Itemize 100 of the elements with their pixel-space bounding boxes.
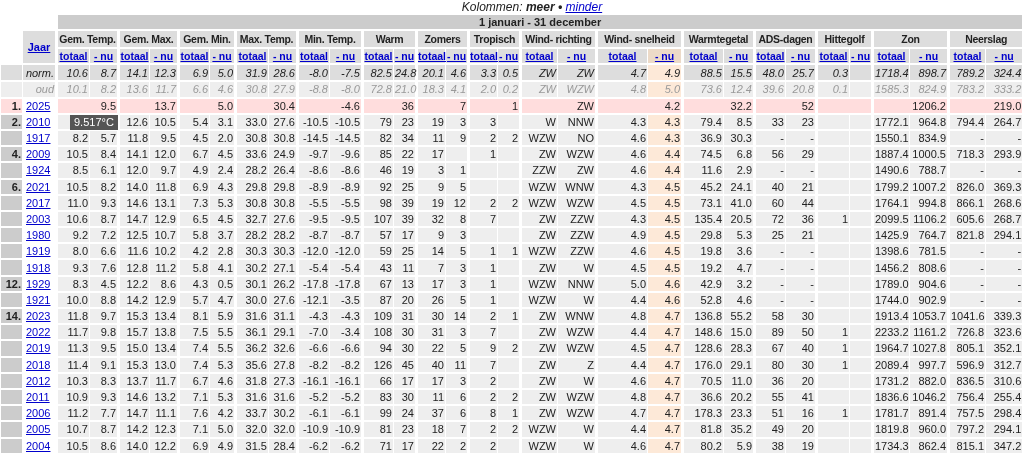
table-cell: 72.8 — [361, 82, 393, 99]
sort-link[interactable]: totaal — [756, 49, 785, 64]
year-link[interactable]: 1980 — [26, 229, 51, 242]
table-cell: 4.5 — [647, 228, 681, 245]
year-link[interactable]: 2004 — [26, 439, 51, 452]
table-cell: 1041.6 — [947, 309, 985, 326]
sort-link[interactable]: - nu — [558, 49, 595, 64]
year-link[interactable]: 1917 — [26, 132, 51, 145]
year-link[interactable]: 2005 — [26, 423, 51, 436]
table-cell: 3 — [445, 228, 467, 245]
table-cell: -8.0 — [296, 65, 329, 83]
table-cell: 57 — [361, 228, 393, 245]
sort-link[interactable]: - nu — [910, 49, 947, 64]
table-cell: 48.0 — [753, 65, 785, 83]
sort-link[interactable]: totaal — [364, 49, 393, 64]
table-cell: 1718.4 — [871, 65, 909, 83]
table-cell: 10.5 — [55, 147, 89, 164]
sort-link[interactable]: totaal — [470, 49, 497, 64]
table-cell: 18 — [415, 422, 445, 439]
sort-link[interactable]: totaal — [180, 49, 209, 64]
year-link[interactable]: 2012 — [26, 374, 51, 387]
table-cell: 33.6 — [234, 147, 268, 164]
sort-link[interactable]: - nu — [724, 49, 753, 64]
year-link[interactable]: 2017 — [26, 196, 51, 209]
table-cell: 764.7 — [909, 228, 947, 245]
table-cell: - — [947, 163, 985, 180]
sort-link[interactable]: - nu — [330, 49, 361, 64]
sort-link[interactable]: - nu — [269, 49, 296, 64]
table-cell: 12.4 — [723, 82, 753, 99]
table-cell: -12.0 — [329, 244, 361, 261]
table-cell: 59 — [361, 244, 393, 261]
table-cell: 5.9 — [209, 309, 234, 326]
sort-link[interactable]: - nu — [786, 49, 815, 64]
year-link[interactable]: 1924 — [26, 164, 51, 177]
sort-link[interactable]: totaal — [874, 49, 909, 64]
table-cell: 136.8 — [681, 309, 723, 326]
sort-link[interactable]: totaal — [598, 49, 647, 64]
sort-link[interactable]: totaal — [299, 49, 329, 64]
table-cell: -4.3 — [329, 309, 361, 326]
sort-link[interactable]: - nu — [446, 49, 467, 64]
table-cell: 4.7 — [723, 260, 753, 277]
sort-link[interactable]: - nu — [90, 49, 117, 64]
rank-cell: 14. — [0, 309, 22, 326]
year-link[interactable]: 2021 — [26, 180, 51, 193]
sort-link[interactable]: - nu — [986, 49, 1023, 64]
year-link[interactable]: 2006 — [26, 407, 51, 420]
table-cell: 891.4 — [909, 406, 947, 423]
year-link[interactable]: 2022 — [26, 326, 51, 339]
table-cell: 7.4 — [177, 341, 209, 358]
sort-link[interactable]: totaal — [818, 49, 849, 64]
sort-link[interactable]: totaal — [522, 49, 557, 64]
year-link[interactable]: 2019 — [26, 342, 51, 355]
table-cell: -6.1 — [329, 406, 361, 423]
year-link[interactable]: 2023 — [26, 310, 51, 323]
table-cell: 4.9 — [177, 163, 209, 180]
table-cell: 5.0 — [647, 82, 681, 99]
table-cell: -7.5 — [329, 65, 361, 83]
table-cell: -9.6 — [329, 147, 361, 164]
table-cell: 31.6 — [234, 309, 268, 326]
table-cell: 6.8 — [723, 147, 753, 164]
year-link[interactable]: 2003 — [26, 212, 51, 225]
sort-link[interactable]: totaal — [58, 49, 89, 64]
sort-link[interactable]: - nu — [850, 49, 871, 64]
sort-link[interactable]: totaal — [950, 49, 985, 64]
table-cell: 0.3 — [815, 65, 849, 83]
table-cell: - — [985, 163, 1023, 180]
year-link[interactable]: 2011 — [26, 391, 50, 404]
table-cell: 89 — [753, 325, 785, 342]
table-cell: 6.1 — [89, 163, 117, 180]
year-link[interactable]: 2018 — [26, 358, 51, 371]
year-link[interactable]: 2025 — [26, 99, 51, 112]
sort-link[interactable]: - nu — [150, 49, 177, 64]
table-cell: 14.7 — [117, 406, 149, 423]
table-cell: 788.7 — [909, 163, 947, 180]
table-cell: 1 — [815, 341, 849, 358]
sort-link[interactable]: - nu — [210, 49, 234, 64]
year-link[interactable]: 1929 — [26, 277, 51, 290]
year-link[interactable]: 1918 — [26, 261, 51, 274]
sort-link[interactable]: totaal — [120, 49, 149, 64]
table-cell: 6.6 — [89, 244, 117, 261]
table-cell: 4.1 — [209, 260, 234, 277]
year-link[interactable]: 2010 — [26, 115, 51, 128]
table-cell: 11.6 — [681, 163, 723, 180]
sort-link[interactable]: - nu — [394, 49, 415, 64]
sort-link[interactable]: totaal — [237, 49, 268, 64]
toggle-link[interactable]: minder — [565, 0, 603, 14]
year-link[interactable]: 1919 — [26, 245, 51, 258]
sort-link[interactable]: totaal — [418, 49, 445, 64]
table-cell: 14.1 — [117, 147, 149, 164]
sort-link[interactable]: - nu — [648, 49, 681, 64]
table-cell: 8.4 — [89, 147, 117, 164]
year-link[interactable]: 2009 — [26, 148, 51, 161]
table-cell: 8.1 — [177, 309, 209, 326]
sort-link[interactable]: totaal — [684, 49, 723, 64]
table-cell: 5.0 — [209, 422, 234, 439]
table-cell: 23.3 — [723, 406, 753, 423]
table-cell: ZZW — [557, 244, 595, 261]
sort-link[interactable]: - nu — [498, 49, 519, 64]
year-link[interactable]: 1921 — [26, 293, 51, 306]
table-cell: - — [785, 260, 815, 277]
